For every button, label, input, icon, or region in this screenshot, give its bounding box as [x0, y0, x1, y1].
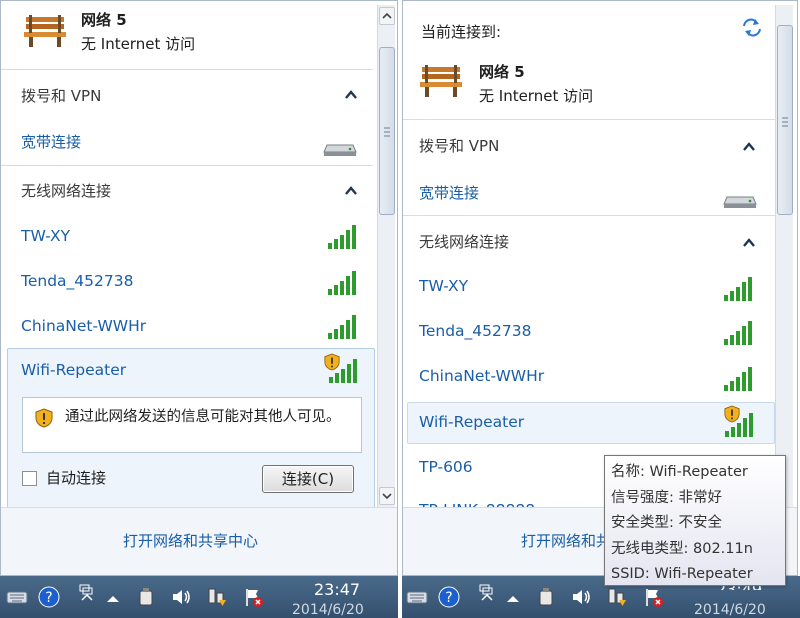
taskbar-time[interactable]: 23:47	[314, 580, 360, 599]
hovered-network-row[interactable]: Wifi-Repeater	[407, 402, 775, 444]
wireless-section-title: 无线网络连接	[21, 182, 112, 200]
wifi-signal-icon	[327, 271, 357, 295]
current-network-status: 无 Internet 访问	[81, 35, 196, 53]
flag-icon[interactable]	[642, 586, 664, 608]
network-details-tooltip: 名称: Wifi-Repeater 信号强度: 非常好 安全类型: 不安全 无线…	[604, 455, 786, 586]
auto-connect-label[interactable]: 自动连接	[46, 467, 106, 488]
wifi-signal-icon	[723, 367, 753, 391]
wifi-signal-icon	[328, 359, 358, 383]
grip-icon	[782, 117, 788, 127]
wifi-network-item[interactable]: TW-XY	[419, 277, 468, 295]
broadband-connection[interactable]: 宽带连接	[419, 182, 479, 203]
dialup-section-title: 拨号和 VPN	[419, 137, 500, 155]
keyboard-icon[interactable]	[406, 586, 428, 608]
auto-connect-checkbox[interactable]	[22, 471, 37, 486]
scroll-thumb[interactable]	[777, 25, 793, 215]
security-warning-box: 通过此网络发送的信息可能对其他人可见。	[22, 397, 362, 453]
divider	[1, 69, 373, 70]
help-icon[interactable]: ?	[438, 586, 460, 608]
broadband-connection[interactable]: 宽带连接	[21, 131, 81, 152]
scrollbar[interactable]	[377, 5, 395, 509]
wifi-network-item[interactable]: Wifi-Repeater	[419, 413, 524, 431]
chevron-up-icon[interactable]	[343, 87, 359, 103]
svg-text:?: ?	[445, 590, 452, 606]
scroll-down-button[interactable]	[379, 487, 395, 505]
wifi-network-item[interactable]: ChinaNet-WWHr	[21, 317, 146, 335]
keyboard-icon[interactable]	[6, 586, 28, 608]
divider	[1, 165, 373, 166]
network-tray-icon[interactable]	[206, 586, 228, 608]
tooltip-line: 信号强度: 非常好	[611, 489, 722, 506]
current-network-name: 网络 5	[479, 63, 525, 81]
taskbar-date[interactable]: 2014/6/20	[292, 602, 364, 616]
scrollbar[interactable]	[775, 5, 793, 509]
wireless-section-title: 无线网络连接	[419, 233, 510, 251]
taskbar-date[interactable]: 2014/6/20	[694, 602, 766, 616]
wifi-signal-icon	[327, 225, 357, 249]
expanded-network-name[interactable]: Wifi-Repeater	[21, 361, 126, 379]
network-tray-icon[interactable]	[606, 586, 628, 608]
network-flyout-left: 网络 5 无 Internet 访问 拨号和 VPN 宽带连接 无线网络连接 T…	[0, 0, 398, 576]
modem-icon	[323, 139, 357, 157]
chevron-up-icon[interactable]	[741, 139, 757, 155]
window-switch-icon[interactable]	[76, 582, 98, 604]
connect-button[interactable]: 连接(C)	[262, 465, 354, 493]
refresh-icon[interactable]	[741, 17, 763, 37]
shield-warning-icon	[35, 408, 53, 428]
tooltip-line: 名称: Wifi-Repeater	[611, 464, 748, 480]
chevron-up-icon[interactable]	[741, 235, 757, 251]
scroll-up-button[interactable]	[379, 7, 395, 25]
volume-icon[interactable]	[170, 586, 192, 608]
divider	[403, 119, 775, 120]
panel-footer: 打开网络和共享中心	[1, 507, 397, 575]
tooltip-line: 安全类型: 不安全	[611, 515, 722, 531]
flag-icon[interactable]	[242, 586, 264, 608]
wifi-network-item[interactable]: Tenda_452738	[419, 322, 531, 340]
bench-network-icon	[23, 9, 67, 49]
wifi-network-item[interactable]: TW-XY	[21, 227, 70, 245]
power-icon[interactable]	[536, 586, 558, 608]
security-warning-text: 通过此网络发送的信息可能对其他人可见。	[65, 409, 341, 425]
help-icon[interactable]: ?	[38, 586, 60, 608]
show-hidden-icons[interactable]	[102, 588, 124, 610]
expanded-network-card[interactable]: Wifi-Repeater 通过此网络发送的信息可能对其他人可见。 自动连接 连…	[7, 348, 375, 512]
wifi-signal-icon	[327, 315, 357, 339]
chevron-up-icon[interactable]	[343, 183, 359, 199]
svg-text:?: ?	[45, 590, 52, 606]
wifi-signal-icon	[724, 413, 754, 437]
current-connection-header: 当前连接到:	[421, 23, 502, 41]
dialup-section-title: 拨号和 VPN	[21, 87, 102, 105]
show-hidden-icons[interactable]	[502, 588, 524, 610]
wifi-signal-icon	[723, 321, 753, 345]
tooltip-line: 无线电类型: 802.11n	[611, 540, 753, 557]
chevron-down-icon	[382, 493, 392, 500]
scroll-thumb[interactable]	[379, 47, 395, 215]
current-network-status: 无 Internet 访问	[479, 87, 594, 105]
current-network-name: 网络 5	[81, 11, 127, 29]
taskbar-left: ? 23:47 2014/6/20	[0, 576, 398, 618]
window-switch-icon[interactable]	[476, 582, 498, 604]
divider	[403, 215, 775, 216]
grip-icon	[384, 127, 390, 137]
bench-network-icon	[419, 59, 463, 99]
volume-icon[interactable]	[570, 586, 592, 608]
modem-icon	[723, 191, 757, 209]
open-network-center-link[interactable]: 打开网络和共享中心	[123, 530, 258, 551]
wifi-network-item[interactable]: TP-606	[419, 458, 473, 476]
chevron-up-icon	[382, 12, 392, 19]
wifi-network-item[interactable]: ChinaNet-WWHr	[419, 367, 544, 385]
tooltip-line: SSID: Wifi-Repeater	[611, 566, 753, 582]
wifi-network-item[interactable]: Tenda_452738	[21, 272, 133, 290]
wifi-signal-icon	[723, 277, 753, 301]
power-icon[interactable]	[136, 586, 158, 608]
